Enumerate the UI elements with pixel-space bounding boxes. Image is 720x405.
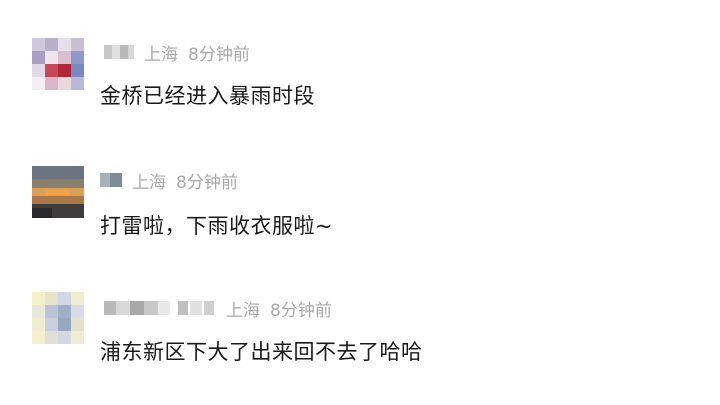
comment-meta: 上海 8分钟前	[104, 296, 332, 321]
comment-time: 8分钟前	[176, 172, 238, 193]
comment-time: 8分钟前	[270, 300, 332, 321]
username-blurred[interactable]	[100, 173, 122, 187]
comment-text: 金桥已经进入暴雨时段	[100, 84, 315, 108]
comment-location: 上海	[226, 300, 260, 321]
username-blurred[interactable]	[104, 301, 216, 315]
comment-location: 上海	[144, 44, 178, 65]
avatar-image	[32, 166, 84, 218]
avatar[interactable]	[32, 38, 84, 90]
comment-meta: 上海 8分钟前	[100, 168, 238, 193]
avatar[interactable]	[32, 166, 84, 218]
avatar[interactable]	[32, 292, 84, 344]
avatar-image	[32, 38, 84, 90]
avatar-image	[32, 292, 84, 344]
comment-text: 浦东新区下大了出来回不去了哈哈	[100, 340, 423, 364]
comment-location: 上海	[132, 172, 166, 193]
comment-time: 8分钟前	[188, 44, 250, 65]
comment-text: 打雷啦，下雨收衣服啦~	[100, 214, 334, 238]
comment-list: 上海 8分钟前 金桥已经进入暴雨时段 上海 8分钟前 打雷啦，下雨收衣服啦~ 上…	[0, 0, 720, 405]
comment-meta: 上海 8分钟前	[104, 40, 250, 65]
username-blurred[interactable]	[104, 45, 134, 59]
